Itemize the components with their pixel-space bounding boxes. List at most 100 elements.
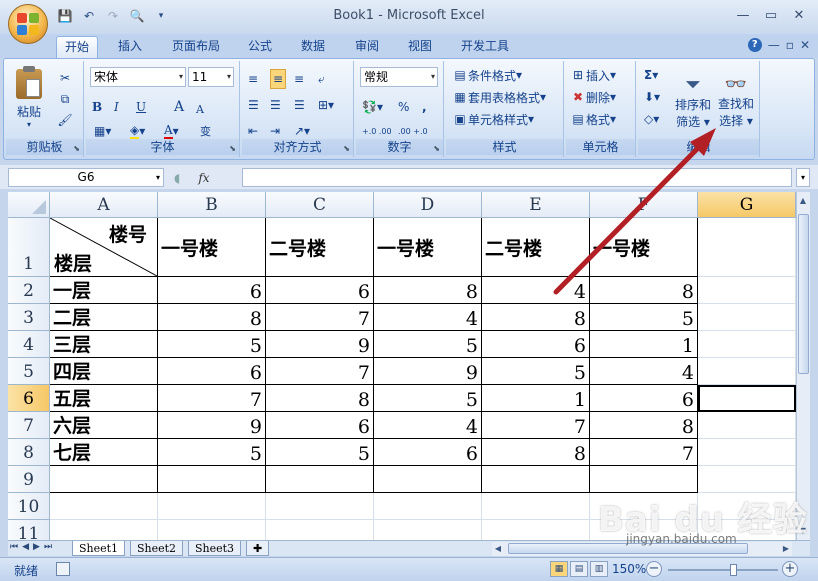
table-value-cell[interactable]: 8	[482, 439, 590, 466]
font-name-select[interactable]: 宋体 ▾	[90, 67, 186, 87]
italic-button[interactable]: I	[114, 97, 119, 117]
zoom-slider-knob[interactable]	[730, 564, 737, 576]
formula-splitter-icon[interactable]: ◖	[174, 171, 180, 185]
empty-cell[interactable]	[266, 520, 374, 540]
sheet-tab-2[interactable]: Sheet2	[130, 541, 184, 556]
column-header-g[interactable]: G	[698, 192, 796, 218]
align-right-icon[interactable]: ☰	[294, 95, 305, 115]
table-value-cell[interactable]: 9	[158, 412, 266, 439]
row-header-10[interactable]: 10	[8, 493, 50, 520]
table-value-cell[interactable]: 4	[482, 277, 590, 304]
row-header-11[interactable]: 11	[8, 520, 50, 540]
floor-label-cell[interactable]: 五层	[50, 385, 158, 412]
column-header-e[interactable]: E	[482, 192, 590, 218]
empty-cell[interactable]	[158, 520, 266, 540]
decrease-decimal-button[interactable]: .00 +.0	[398, 121, 428, 141]
help-icon[interactable]: ?	[747, 38, 762, 52]
clipboard-launcher-icon[interactable]: ⬊	[73, 144, 80, 153]
table-value-cell[interactable]: 6	[158, 277, 266, 304]
page-break-view-icon[interactable]: ▥	[590, 561, 608, 577]
prev-sheet-icon[interactable]: ◀	[22, 542, 29, 552]
diagonal-header-cell[interactable]: 楼号 楼层	[50, 218, 158, 277]
clear-icon[interactable]: ◇▾	[644, 109, 659, 129]
scroll-up-icon[interactable]: ▲	[797, 194, 809, 208]
empty-cell[interactable]	[698, 304, 796, 331]
font-color-icon[interactable]: A ▾	[164, 121, 179, 141]
row-header-1[interactable]: 1	[8, 218, 50, 277]
table-value-cell[interactable]: 8	[590, 277, 698, 304]
table-value-cell[interactable]: 6	[590, 385, 698, 412]
macro-record-icon[interactable]	[56, 562, 70, 576]
empty-cell[interactable]	[374, 466, 482, 493]
table-value-cell[interactable]: 9	[266, 331, 374, 358]
active-cell-g6[interactable]	[698, 385, 796, 412]
column-header-b[interactable]: B	[158, 192, 266, 218]
tab-view[interactable]: 视图	[400, 36, 440, 58]
minimize-icon[interactable]: —	[730, 5, 756, 25]
align-top-icon[interactable]: ≡	[248, 69, 258, 89]
grow-font-button[interactable]: A	[174, 97, 184, 117]
close-icon[interactable]: ✕	[786, 5, 812, 25]
alignment-launcher-icon[interactable]: ⬊	[343, 144, 350, 153]
table-value-cell[interactable]: 1	[590, 331, 698, 358]
table-value-cell[interactable]: 5	[158, 331, 266, 358]
building-header-cell[interactable]: 一号楼	[374, 218, 482, 277]
empty-cell[interactable]	[50, 493, 158, 520]
paste-button[interactable]: 粘贴 ▾	[12, 65, 46, 133]
empty-cell[interactable]	[698, 218, 796, 277]
column-header-a[interactable]: A	[50, 192, 158, 218]
empty-cell[interactable]	[374, 520, 482, 540]
number-format-select[interactable]: 常规 ▾	[360, 67, 438, 87]
insert-cells-button[interactable]: ⊞ 插入 ▾	[570, 65, 616, 85]
vertical-scrollbar[interactable]: ▲ ▼	[796, 192, 810, 540]
tab-review[interactable]: 审阅	[347, 36, 387, 58]
increase-decimal-button[interactable]: +.0 .00	[362, 121, 392, 141]
table-value-cell[interactable]: 9	[374, 358, 482, 385]
empty-cell[interactable]	[50, 520, 158, 540]
find-select-button[interactable]: 👓 查找和 选择 ▾	[716, 65, 756, 137]
cell-styles-button[interactable]: ▣ 单元格样式 ▾	[452, 109, 534, 129]
conditional-format-button[interactable]: ▤ 条件格式 ▾	[452, 65, 522, 85]
empty-cell[interactable]	[50, 466, 158, 493]
empty-cell[interactable]	[698, 277, 796, 304]
format-painter-icon[interactable]: 🖌	[56, 111, 74, 129]
table-value-cell[interactable]: 5	[158, 439, 266, 466]
table-value-cell[interactable]: 4	[374, 412, 482, 439]
row-header-6[interactable]: 6	[8, 385, 50, 412]
building-header-cell[interactable]: 一号楼	[590, 218, 698, 277]
row-header-9[interactable]: 9	[8, 466, 50, 493]
format-as-table-button[interactable]: ▦ 套用表格格式 ▾	[452, 87, 546, 107]
zoom-in-icon[interactable]: +	[782, 561, 798, 577]
empty-cell[interactable]	[698, 466, 796, 493]
format-cells-button[interactable]: ▤ 格式 ▾	[570, 109, 616, 129]
sort-filter-button[interactable]: ⏷ 排序和 筛选 ▾	[672, 65, 714, 137]
empty-cell[interactable]	[266, 466, 374, 493]
align-bottom-icon[interactable]: ≡	[294, 69, 304, 89]
floor-label-cell[interactable]: 四层	[50, 358, 158, 385]
row-header-7[interactable]: 7	[8, 412, 50, 439]
empty-cell[interactable]	[482, 466, 590, 493]
orientation-icon[interactable]: ↗▾	[294, 121, 310, 141]
column-header-c[interactable]: C	[266, 192, 374, 218]
floor-label-cell[interactable]: 三层	[50, 331, 158, 358]
empty-cell[interactable]	[698, 439, 796, 466]
row-header-2[interactable]: 2	[8, 277, 50, 304]
table-value-cell[interactable]: 6	[482, 331, 590, 358]
page-layout-view-icon[interactable]: ▤	[570, 561, 588, 577]
underline-button[interactable]: U	[136, 97, 146, 117]
table-value-cell[interactable]: 7	[158, 385, 266, 412]
align-middle-icon[interactable]: ≡	[270, 69, 287, 89]
name-box[interactable]: G6 ▾	[8, 168, 164, 187]
table-value-cell[interactable]: 8	[374, 277, 482, 304]
building-header-cell[interactable]: 一号楼	[158, 218, 266, 277]
tab-data[interactable]: 数据	[293, 36, 333, 58]
zoom-level[interactable]: 150%	[612, 562, 646, 576]
next-sheet-icon[interactable]: ▶	[33, 542, 40, 552]
number-launcher-icon[interactable]: ⬊	[433, 144, 440, 153]
cut-icon[interactable]: ✂	[56, 69, 74, 87]
empty-cell[interactable]	[158, 466, 266, 493]
empty-cell[interactable]	[590, 466, 698, 493]
office-button[interactable]	[8, 4, 48, 44]
vertical-scroll-thumb[interactable]	[798, 214, 809, 374]
table-value-cell[interactable]: 7	[266, 358, 374, 385]
